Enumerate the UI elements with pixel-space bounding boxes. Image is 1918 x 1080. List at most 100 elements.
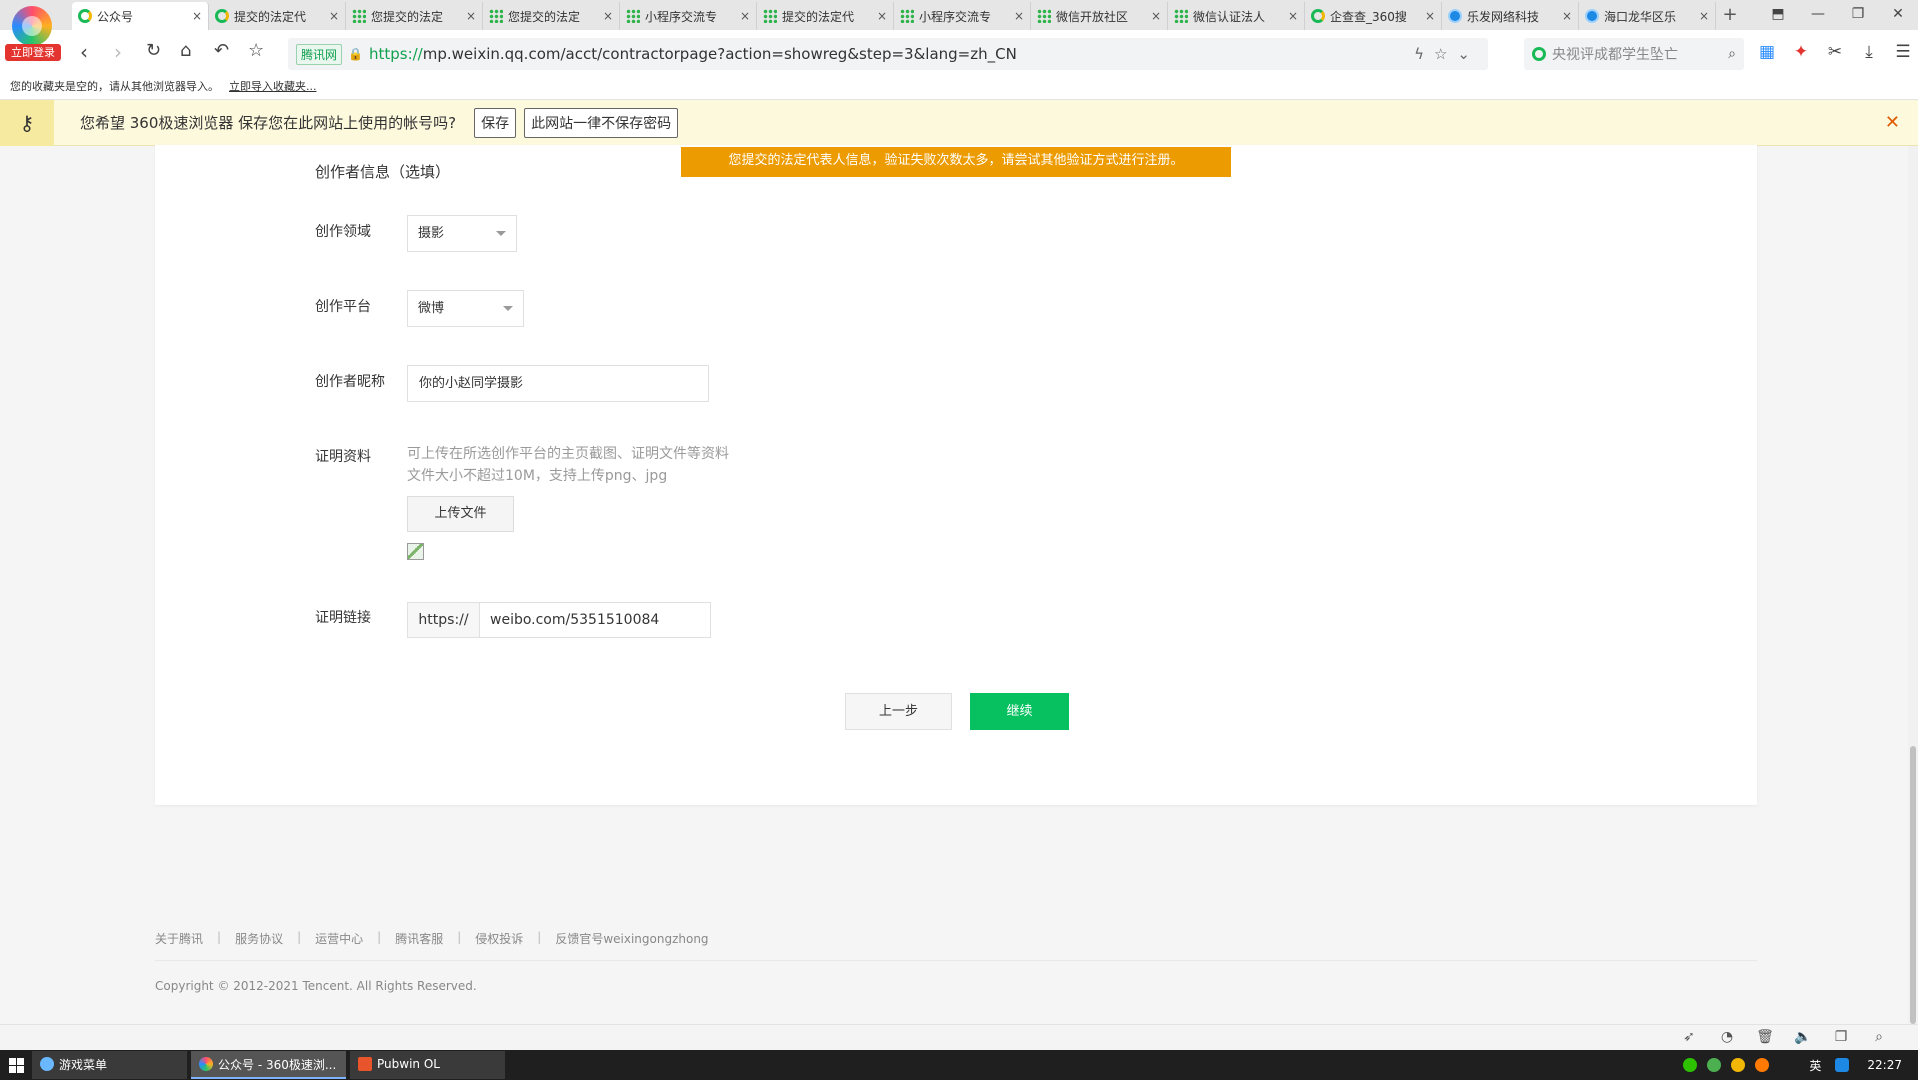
window-controls: ⬒ — ❐ ✕ (1758, 0, 1918, 30)
tab-label: 提交的法定代 (782, 9, 855, 24)
bookmark-star-icon[interactable]: ☆ (1434, 45, 1457, 63)
volume-icon[interactable]: 🔈 (1784, 1029, 1822, 1045)
tab-favicon-icon (1311, 9, 1325, 23)
bookmark-bar: 您的收藏夹是空的，请从其他浏览器导入。 立即导入收藏夹... (0, 78, 1918, 100)
browser-tab[interactable]: 小程序交流专 × (894, 2, 1031, 30)
speed-icon[interactable]: ◔ (1708, 1029, 1746, 1045)
tab-close-icon[interactable]: × (877, 9, 887, 23)
forward-icon[interactable]: › (114, 40, 122, 64)
scissors-icon[interactable]: ✂ (1818, 42, 1852, 62)
tab-close-icon[interactable]: × (192, 9, 202, 23)
close-window-icon[interactable]: ✕ (1878, 0, 1918, 30)
browser-tab[interactable]: 公众号 × (72, 2, 209, 30)
notify-icon[interactable] (1755, 1058, 1770, 1072)
footer-separator: | (297, 930, 302, 944)
tab-close-icon[interactable]: × (1014, 9, 1024, 23)
tab-close-icon[interactable]: × (1425, 9, 1435, 23)
tab-close-icon[interactable]: × (740, 9, 750, 23)
import-bookmarks-link[interactable]: 立即导入收藏夹... (229, 80, 317, 93)
continue-button[interactable]: 继续 (970, 693, 1069, 730)
page-scrollbar[interactable] (1908, 146, 1918, 1024)
proof-link-input[interactable]: weibo.com/5351510084 (480, 603, 710, 637)
tab-label: 乐发网络科技 (1467, 9, 1540, 24)
taskbar-item-pubwin[interactable]: Pubwin OL (350, 1051, 505, 1079)
browser-tab[interactable]: 提交的法定代 × (757, 2, 894, 30)
tab-close-icon[interactable]: × (1562, 9, 1572, 23)
close-icon[interactable]: ✕ (1885, 112, 1900, 133)
login-badge[interactable]: 立即登录 (5, 44, 61, 61)
minimize-icon[interactable]: — (1798, 0, 1838, 30)
upload-file-button[interactable]: 上传文件 (407, 496, 514, 532)
browser-tab[interactable]: 乐发网络科技 × (1442, 2, 1579, 30)
browser-logo[interactable]: 立即登录 (4, 4, 61, 61)
search-box[interactable]: 央视评成都学生坠亡 ⌕ (1524, 38, 1744, 70)
tab-close-icon[interactable]: × (1151, 9, 1161, 23)
window-icon[interactable]: ❐ (1822, 1029, 1860, 1045)
footer-link[interactable]: 运营中心 (315, 930, 363, 947)
nickname-label: 创作者昵称 (315, 374, 385, 390)
taskbar-label: 游戏菜单 (59, 1057, 108, 1072)
browser-tab[interactable]: 提交的法定代 × (209, 2, 346, 30)
browser-tab[interactable]: 您提交的法定 × (483, 2, 620, 30)
tray-app-icon[interactable] (1707, 1058, 1722, 1072)
scrollbar-thumb[interactable] (1910, 746, 1916, 1024)
reload-icon[interactable]: ↻ (146, 40, 161, 61)
dropdown-icon[interactable]: ⌄ (1457, 45, 1480, 63)
tab-close-icon[interactable]: × (329, 9, 339, 23)
zoom-icon[interactable]: ⌕ (1860, 1029, 1898, 1045)
rocket-icon[interactable]: ➶ (1670, 1029, 1708, 1045)
link-label: 证明链接 (315, 610, 371, 626)
previous-step-button[interactable]: 上一步 (845, 693, 952, 730)
footer-link[interactable]: 腾讯客服 (395, 930, 443, 947)
browser-tab[interactable]: 微信开放社区 × (1031, 2, 1168, 30)
tab-close-icon[interactable]: × (1699, 9, 1709, 23)
apps-icon[interactable]: ▦ (1750, 42, 1784, 62)
footer-link[interactable]: 服务协议 (235, 930, 283, 947)
new-tab-icon[interactable]: + (1716, 2, 1744, 30)
wechat-icon[interactable] (1683, 1058, 1698, 1072)
never-save-button[interactable]: 此网站一律不保存密码 (524, 107, 679, 138)
tab-close-icon[interactable]: × (466, 9, 476, 23)
browser-tab[interactable]: 小程序交流专 × (620, 2, 757, 30)
download-icon[interactable]: ⤓ (1852, 42, 1886, 62)
trash-icon[interactable]: 🗑 (1746, 1029, 1784, 1045)
game-icon[interactable]: ✦ (1784, 42, 1818, 62)
favorite-star-icon[interactable]: ☆ (248, 40, 264, 61)
security-badge[interactable]: 腾讯网 (296, 43, 343, 65)
url-bar[interactable]: 腾讯网 🔒 https:// mp.weixin.qq.com/acct/con… (288, 38, 1488, 70)
platform-select[interactable]: 微博 (407, 290, 524, 327)
save-password-button[interactable]: 保存 (474, 107, 517, 138)
proof-hint-1: 可上传在所选创作平台的主页截图、证明文件等资料 (407, 446, 729, 462)
qq-icon[interactable] (1835, 1058, 1850, 1072)
guard-icon[interactable] (1731, 1058, 1746, 1072)
lightning-icon[interactable]: ϟ (1414, 45, 1434, 63)
search-icon[interactable]: ⌕ (1728, 46, 1736, 62)
windows-logo-icon (8, 1057, 24, 1073)
tab-label: 公众号 (97, 9, 134, 24)
menu-icon[interactable]: ☰ (1886, 42, 1918, 62)
browser-tab[interactable]: 海口龙华区乐 × (1579, 2, 1716, 30)
url-scheme: https:// (368, 45, 423, 63)
system-tray: 英 22:27 (1683, 1050, 1918, 1080)
browser-tab[interactable]: 企查查_360搜 × (1305, 2, 1442, 30)
pin-icon[interactable]: ⬒ (1758, 0, 1798, 30)
browser-tab[interactable]: 您提交的法定 × (346, 2, 483, 30)
domain-select[interactable]: 摄影 (407, 215, 517, 252)
footer-link[interactable]: 侵权投诉 (475, 930, 523, 947)
browser-tab-bar: 立即登录 公众号 × 提交的法定代 × 您提交的法定 × 您提交的法定 × 小程序交流专 × 提交的… (0, 0, 1918, 61)
browser-tab[interactable]: 微信认证法人 × (1168, 2, 1305, 30)
tab-close-icon[interactable]: × (603, 9, 613, 23)
start-button[interactable] (0, 1050, 32, 1080)
ime-indicator[interactable]: 英 (1809, 1057, 1821, 1074)
tab-strip: 公众号 × 提交的法定代 × 您提交的法定 × 您提交的法定 × 小程序交流专 × 提交的法定代 × 小… (72, 2, 1744, 30)
taskbar-item-games[interactable]: 游戏菜单 (32, 1051, 187, 1079)
nickname-input[interactable]: 你的小赵同学摄影 (407, 365, 709, 402)
tab-close-icon[interactable]: × (1288, 9, 1298, 23)
taskbar-item-browser[interactable]: 公众号 - 360极速浏... (191, 1051, 346, 1079)
undo-close-icon[interactable]: ↶ (214, 40, 229, 61)
restore-icon[interactable]: ❐ (1838, 0, 1878, 30)
back-icon[interactable]: ‹ (80, 40, 88, 64)
footer-link[interactable]: 关于腾讯 (155, 930, 203, 947)
home-icon[interactable]: ⌂ (180, 40, 191, 61)
footer-link[interactable]: 反馈官号weixingongzhong (555, 930, 708, 947)
